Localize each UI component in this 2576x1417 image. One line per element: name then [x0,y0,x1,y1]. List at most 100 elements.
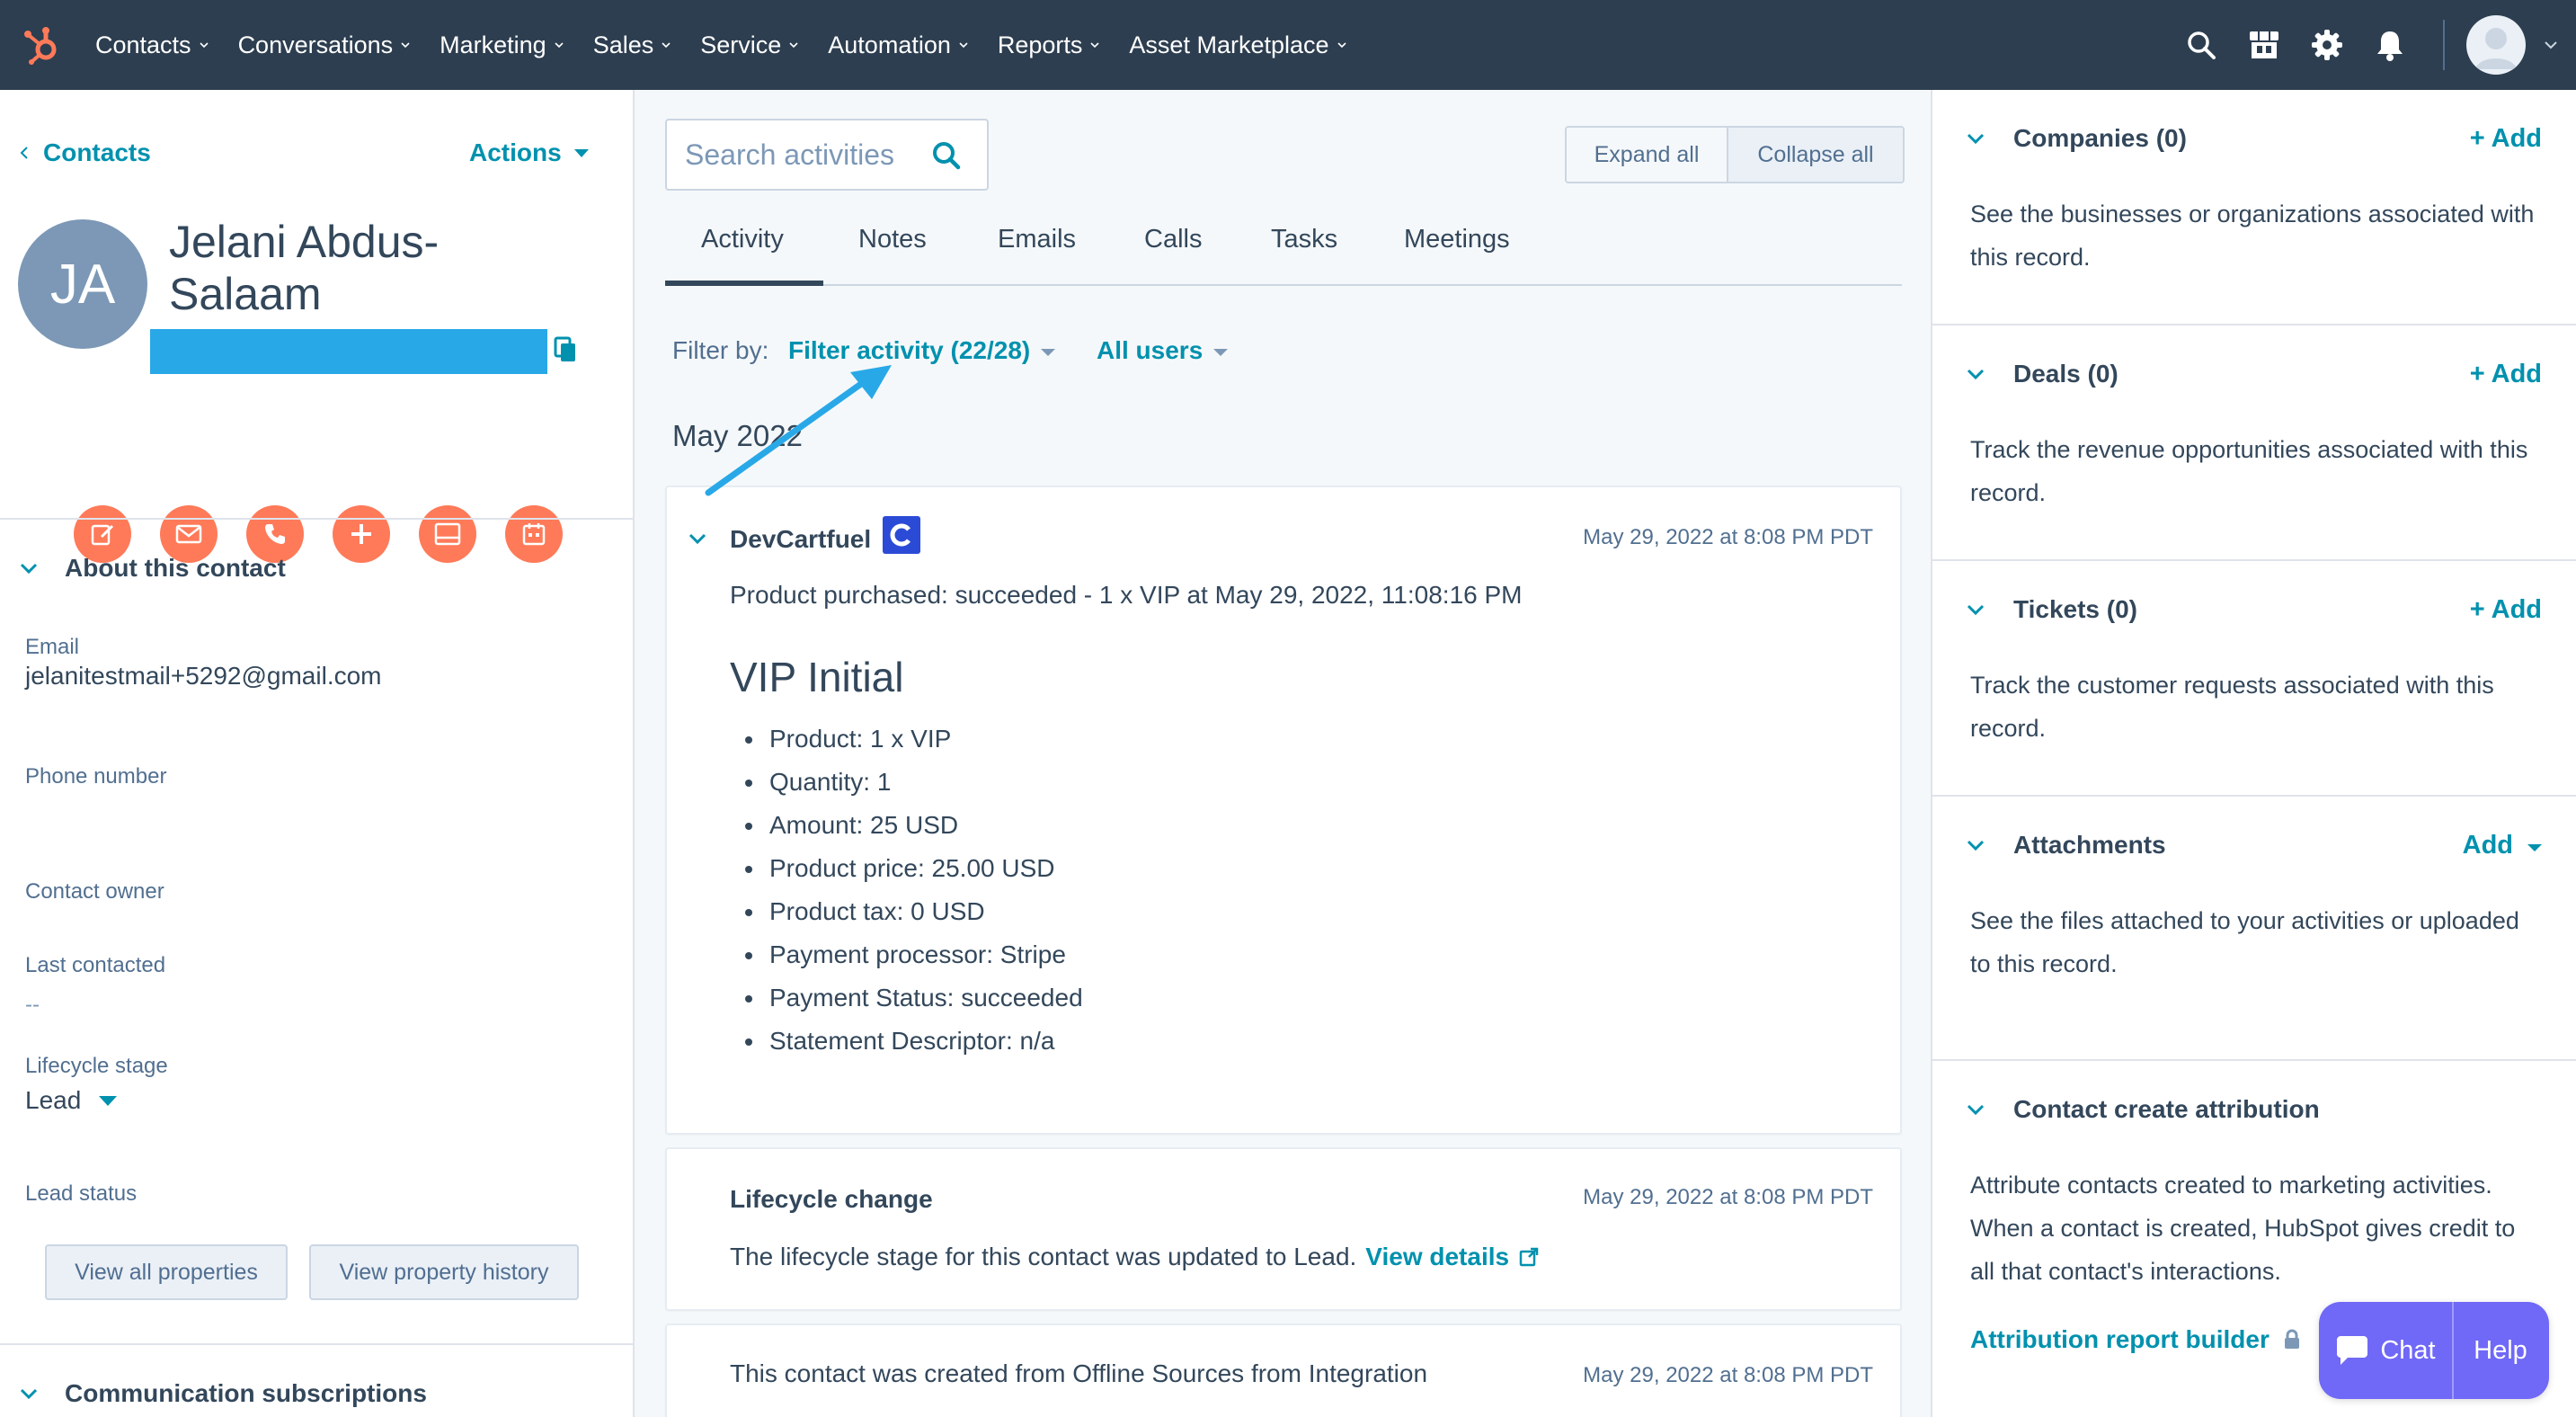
search-placeholder: Search activities [685,138,894,171]
chevron-down-icon [789,42,798,49]
expand-all-button[interactable]: Expand all [1567,128,1728,182]
view-property-history-button[interactable]: View property history [309,1244,579,1300]
nav-sales[interactable]: Sales [579,0,687,90]
active-tab-indicator [665,281,823,286]
vip-heading: VIP Initial [730,654,904,700]
meeting-button[interactable] [505,505,563,563]
tab-emails[interactable]: Emails [998,225,1076,254]
lifecycle-text-row: The lifecycle stage for this contact was… [730,1243,1540,1271]
chat-label: Chat [2380,1335,2436,1365]
deals-toggle[interactable]: Deals (0) [1967,360,2119,388]
companies-title: Companies (0) [2013,124,2187,152]
lifecycle-label: Lifecycle stage [25,1054,168,1078]
all-users-dropdown[interactable]: All users [1097,336,1229,365]
add-company-button[interactable]: + Add [2470,124,2542,154]
avatar-initials: JA [49,253,116,316]
hubspot-logo-icon[interactable] [0,0,81,90]
nav-automation[interactable]: Automation [813,0,983,90]
nav-service[interactable]: Service [686,0,813,90]
search-icon[interactable] [2170,0,2233,90]
attribution-title: Contact create attribution [2013,1095,2320,1123]
search-icon[interactable] [931,140,962,171]
attribution-report-builder-link[interactable]: Attribution report builder [1970,1325,2302,1354]
chevron-down-icon [959,42,968,49]
help-button[interactable]: Help [2454,1302,2547,1399]
chevron-down-icon [1967,133,1985,145]
companies-toggle[interactable]: Companies (0) [1967,124,2187,153]
gear-icon[interactable] [2296,0,2358,90]
expand-collapse-toggle: Expand all Collapse all [1565,126,1905,183]
tickets-description: Track the customer requests associated w… [1970,672,2494,742]
about-title: About this contact [65,554,286,582]
nav-label: Reports [997,31,1083,58]
add-task-button[interactable] [333,505,390,563]
marketplace-icon[interactable] [2233,0,2296,90]
chevron-down-icon [1967,604,1985,616]
edit-icon [91,524,114,546]
divider [0,1343,635,1345]
actions-dropdown[interactable]: Actions [469,138,589,167]
email-value[interactable]: jelanitestmail+5292@gmail.com [25,662,382,691]
nav-asset-marketplace[interactable]: Asset Marketplace [1115,0,1361,90]
user-avatar[interactable] [2466,15,2526,75]
nav-label: Conversations [237,31,394,58]
divider [1932,324,2576,325]
attribution-toggle[interactable]: Contact create attribution [1967,1095,2320,1124]
log-activity-button[interactable] [419,505,476,563]
calendar-icon [522,523,546,546]
nav-contacts[interactable]: Contacts [81,0,224,90]
back-link-label: Contacts [43,138,151,166]
tickets-toggle[interactable]: Tickets (0) [1967,595,2137,624]
tab-meetings[interactable]: Meetings [1404,225,1510,254]
copy-icon[interactable] [554,336,577,363]
chevron-down-icon[interactable] [2526,0,2576,90]
screen-icon [434,522,461,546]
tab-tasks[interactable]: Tasks [1271,225,1337,254]
chevron-down-icon[interactable] [688,532,706,545]
purchase-details-list: Product: 1 x VIP Quantity: 1 Amount: 25 … [766,717,1083,1063]
nav-reports[interactable]: Reports [983,0,1115,90]
lifecycle-select[interactable]: Lead [25,1086,118,1115]
tab-calls[interactable]: Calls [1144,225,1202,254]
lifecycle-text: The lifecycle stage for this contact was… [730,1243,1357,1270]
list-item: Statement Descriptor: n/a [766,1020,1083,1063]
search-activities-input[interactable]: Search activities [665,119,989,191]
attribution-link-label: Attribution report builder [1970,1325,2270,1353]
deals-description: Track the revenue opportunities associat… [1970,436,2528,506]
nav-conversations[interactable]: Conversations [224,0,426,90]
card-timestamp: May 29, 2022 at 8:08 PM PDT [1583,1185,1873,1209]
view-all-properties-button[interactable]: View all properties [45,1244,288,1300]
lifecycle-value: Lead [25,1086,82,1114]
about-contact-toggle[interactable]: About this contact [20,554,286,583]
chevron-down-icon [20,563,38,575]
attachments-toggle[interactable]: Attachments [1967,831,2166,860]
bell-icon[interactable] [2358,0,2421,90]
add-ticket-button[interactable]: + Add [2470,595,2542,625]
view-details-link[interactable]: View details [1365,1243,1509,1271]
chat-button[interactable]: Chat [2319,1302,2454,1399]
created-text: This contact was created from Offline So… [730,1359,1428,1387]
tab-activity[interactable]: Activity [701,225,784,254]
nav-label: Service [700,31,782,58]
list-item: Product: 1 x VIP [766,717,1083,761]
communication-subscriptions-toggle[interactable]: Communication subscriptions [20,1379,427,1408]
card-timestamp: May 29, 2022 at 8:08 PM PDT [1583,1363,1873,1387]
add-attachment-dropdown[interactable]: Add [2463,831,2542,860]
nav-marketing[interactable]: Marketing [425,0,579,90]
phone-label: Phone number [25,764,167,789]
back-to-contacts-link[interactable]: Contacts [20,138,151,167]
divider [1932,1059,2576,1061]
devcartfuel-logo-icon [883,516,920,554]
card-title: Lifecycle change [730,1185,933,1213]
divider [1932,559,2576,561]
external-link-icon[interactable] [1518,1246,1540,1268]
activity-card-purchase: DevCartfuel May 29, 2022 at 8:08 PM PDT … [665,486,1902,1135]
nav-label: Automation [828,31,951,58]
collapse-all-button[interactable]: Collapse all [1728,128,1903,182]
actions-label: Actions [469,138,562,166]
tab-notes[interactable]: Notes [858,225,927,254]
add-deal-button[interactable]: + Add [2470,360,2542,389]
chat-bubble-icon [2337,1336,2368,1365]
list-item: Payment processor: Stripe [766,933,1083,976]
tickets-title: Tickets (0) [2013,595,2137,623]
